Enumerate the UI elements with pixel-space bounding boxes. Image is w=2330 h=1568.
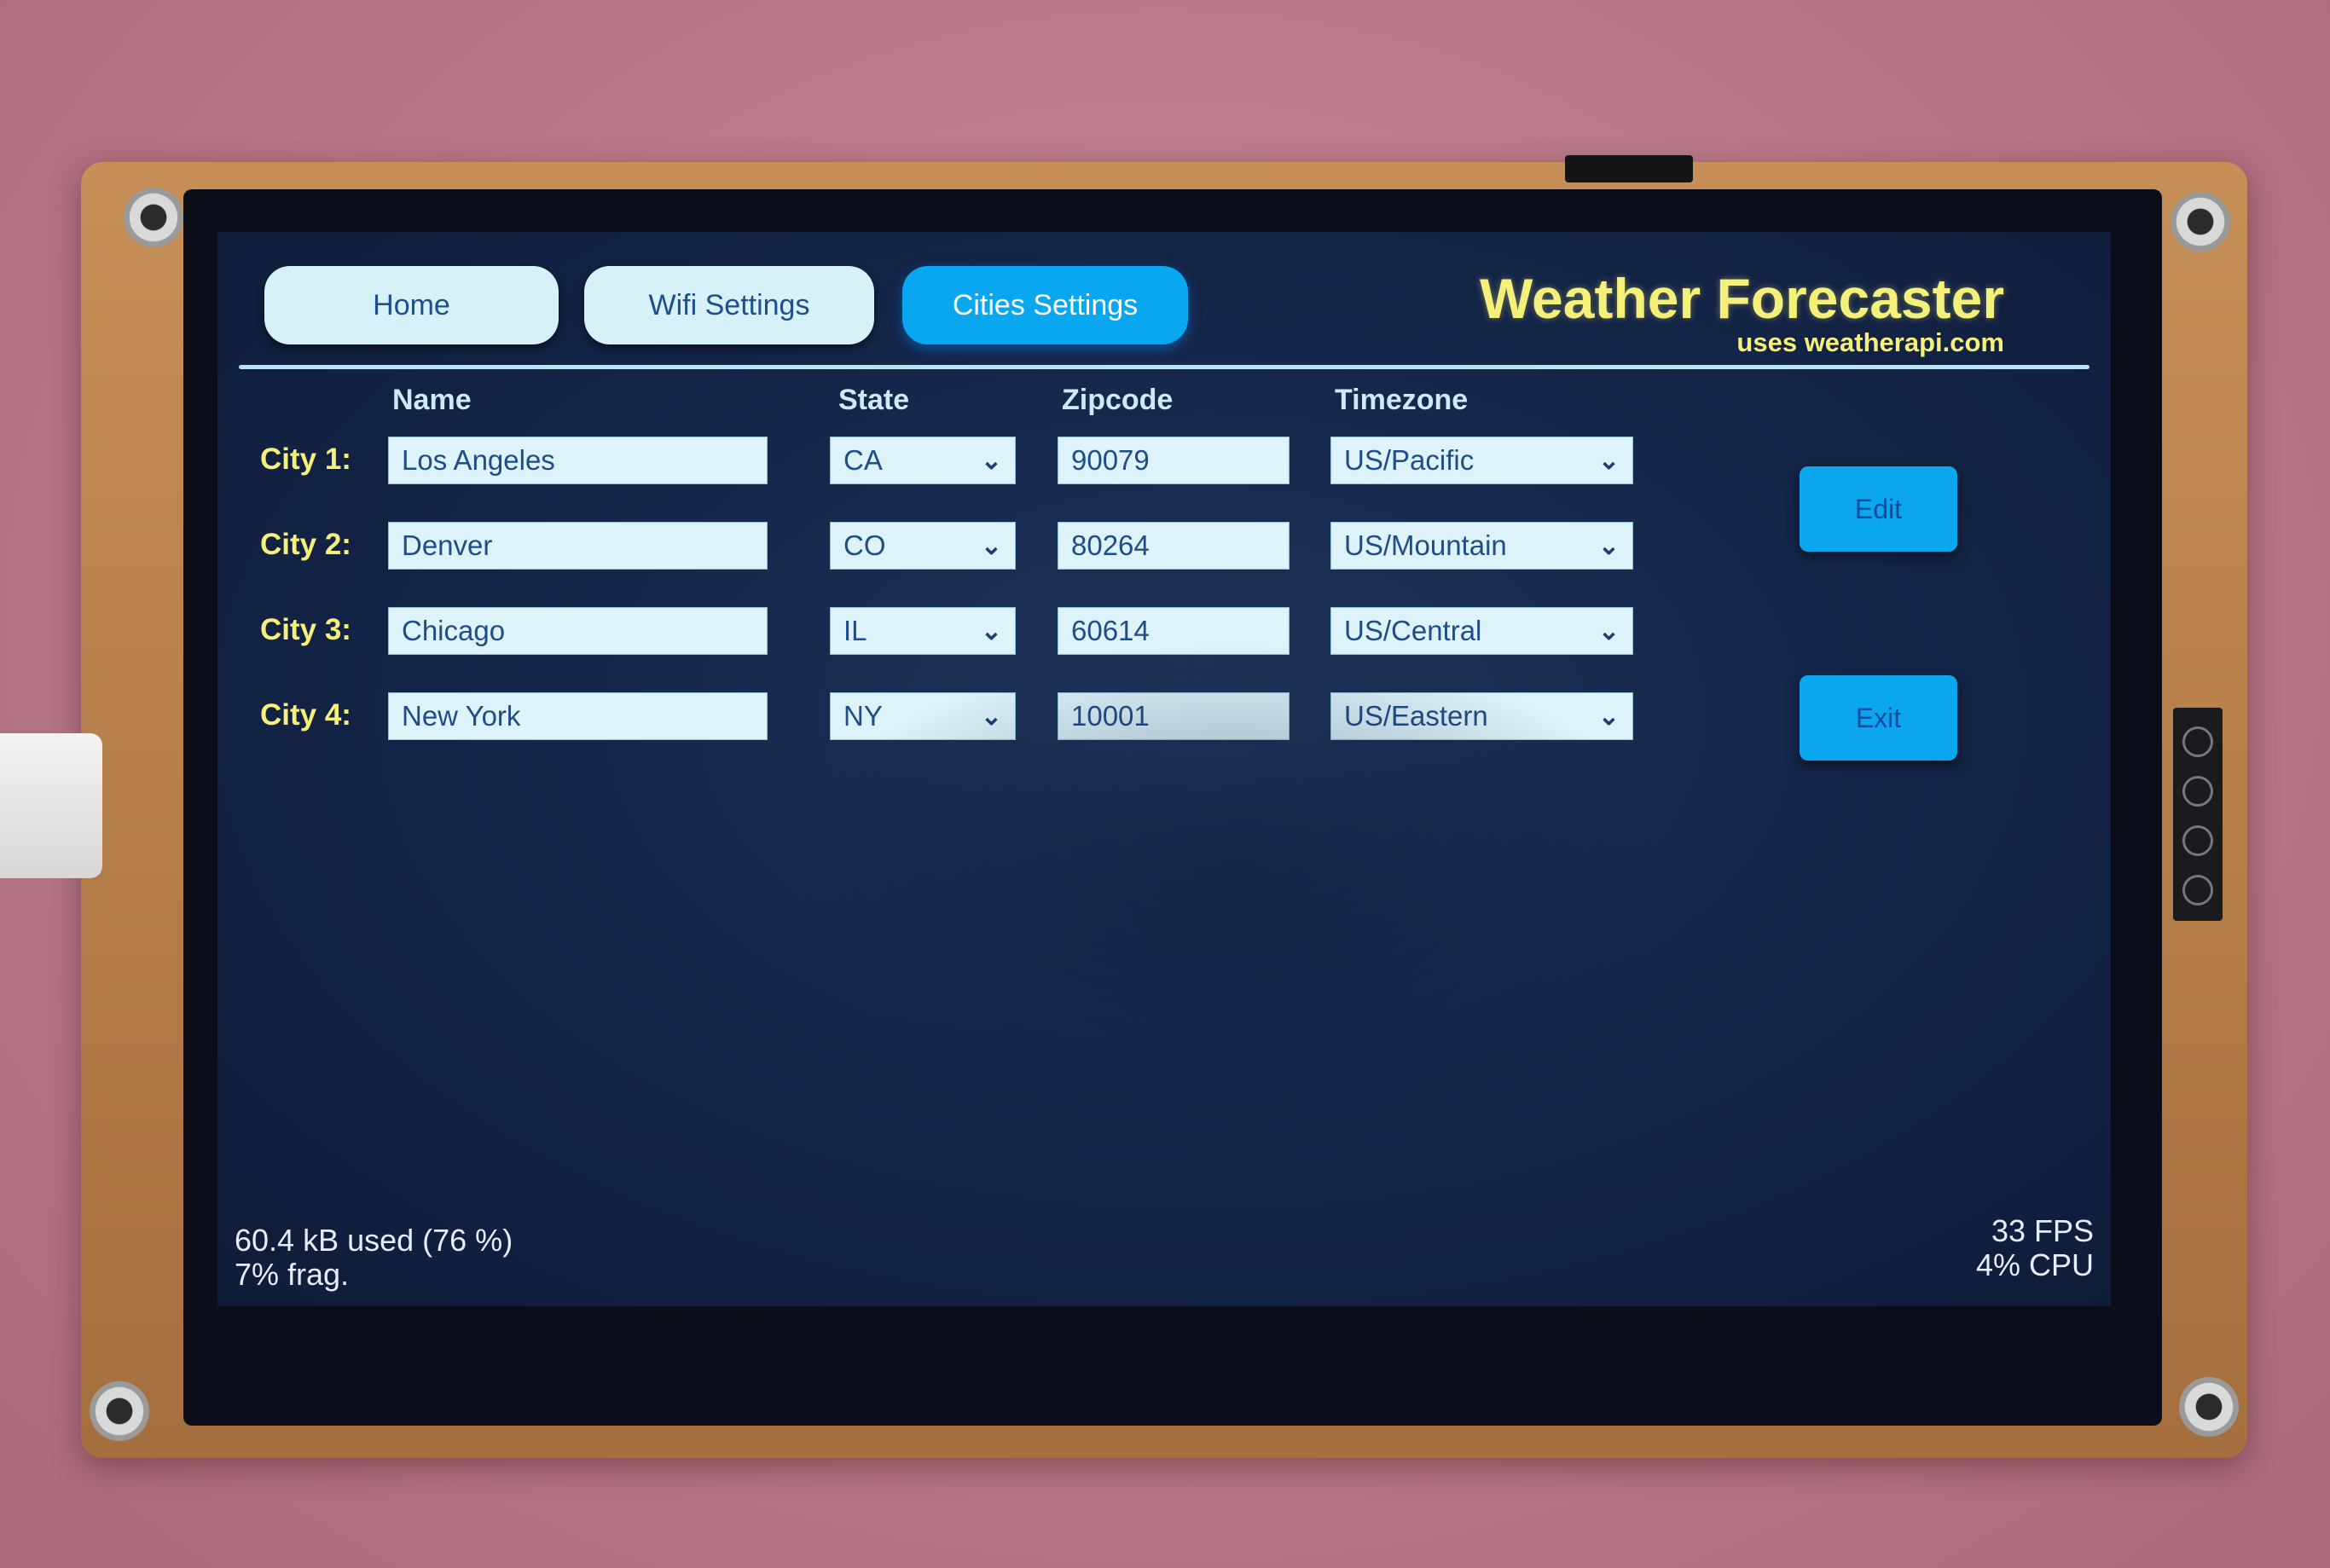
tab-cities-settings[interactable]: Cities Settings [902,266,1188,344]
app-screen: Home Wifi Settings Cities Settings Weath… [217,232,2111,1306]
side-port-icon [2182,776,2213,807]
exit-button[interactable]: Exit [1800,675,1957,761]
performance-monitor: 33 FPS 4% CPU [1976,1214,2094,1282]
header-divider [239,365,2089,369]
city-3-label: City 3: [260,613,351,646]
city-1-name-field[interactable]: Los Angeles [388,437,768,484]
chevron-down-icon: ⌄ [1597,616,1620,645]
side-port-icon [2182,726,2213,757]
side-port-icon [2182,825,2213,856]
city-2-name-field[interactable]: Denver [388,522,768,570]
chevron-down-icon: ⌄ [1597,531,1620,560]
column-header-zipcode: Zipcode [1062,384,1174,416]
column-header-name: Name [392,384,472,416]
city-2-timezone-select[interactable]: US/Mountain ⌄ [1330,522,1633,570]
top-connector [1565,155,1693,182]
city-2-label: City 2: [260,528,351,561]
tab-wifi-settings[interactable]: Wifi Settings [584,266,874,344]
city-2-state-value: CO [843,529,886,561]
usb-cable [0,733,102,878]
chevron-down-icon: ⌄ [980,446,1002,475]
memory-used-text: 60.4 kB used (76 %) [235,1223,513,1258]
city-3-name-field[interactable]: Chicago [388,607,768,655]
city-1-timezone-value: US/Pacific [1344,444,1475,476]
city-4-timezone-select[interactable]: US/Eastern ⌄ [1330,692,1633,740]
city-1-state-value: CA [843,444,883,476]
city-1-timezone-select[interactable]: US/Pacific ⌄ [1330,437,1633,484]
app-title: Weather Forecaster [1479,267,2004,330]
tab-home[interactable]: Home [264,266,559,344]
cpu-text: 4% CPU [1975,1247,2094,1282]
city-3-timezone-select[interactable]: US/Central ⌄ [1330,607,1633,655]
app-subtitle: uses weatherapi.com [1736,327,2004,357]
city-4-state-value: NY [843,700,883,732]
chevron-down-icon: ⌄ [1597,446,1620,475]
city-4-state-select[interactable]: NY ⌄ [830,692,1016,740]
city-2-zipcode-field[interactable]: 80264 [1058,522,1290,570]
mounting-hole [2171,192,2230,252]
city-3-timezone-value: US/Central [1344,615,1482,646]
fragmentation-text: 7% frag. [235,1257,350,1292]
city-3-state-select[interactable]: IL ⌄ [830,607,1016,655]
lcd-panel: Home Wifi Settings Cities Settings Weath… [183,189,2162,1426]
mounting-hole [124,188,183,247]
city-3-state-value: IL [843,615,867,646]
city-4-label: City 4: [260,698,351,732]
chevron-down-icon: ⌄ [1597,702,1620,731]
city-1-zipcode-field[interactable]: 90079 [1058,437,1290,484]
city-2-timezone-value: US/Mountain [1344,529,1507,561]
edit-button[interactable]: Edit [1800,466,1957,552]
column-header-state: State [838,384,910,416]
column-header-timezone: Timezone [1335,384,1469,416]
city-3-zipcode-field[interactable]: 60614 [1058,607,1290,655]
mounting-hole [2179,1377,2239,1437]
city-4-name-field[interactable]: New York [388,692,768,740]
side-connector [2173,708,2223,921]
side-port-icon [2182,875,2213,906]
city-4-timezone-value: US/Eastern [1344,700,1488,732]
city-1-label: City 1: [260,443,351,476]
chevron-down-icon: ⌄ [980,702,1002,731]
memory-monitor: 60.4 kB used (76 %) 7% frag. [235,1224,513,1292]
city-1-state-select[interactable]: CA ⌄ [830,437,1016,484]
city-4-zipcode-field[interactable]: 10001 [1058,692,1290,740]
fps-text: 33 FPS [1991,1213,2094,1248]
city-2-state-select[interactable]: CO ⌄ [830,522,1016,570]
mounting-hole [90,1381,149,1441]
chevron-down-icon: ⌄ [980,616,1002,645]
chevron-down-icon: ⌄ [980,531,1002,560]
